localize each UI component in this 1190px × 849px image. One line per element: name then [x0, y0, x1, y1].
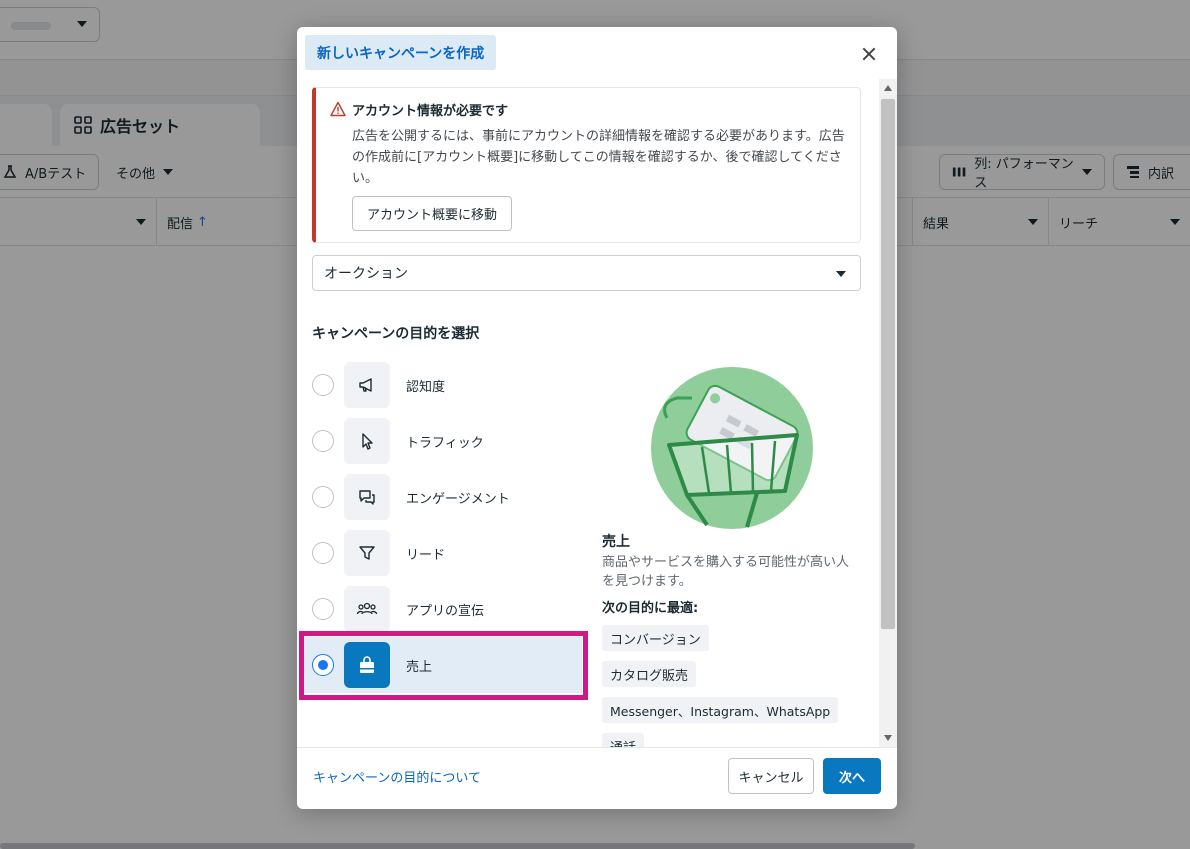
alert-body: 広告を公開するには、事前にアカウントの詳細情報を確認する必要があります。広告の作…	[352, 129, 845, 186]
alert-title: アカウント情報が必要です	[352, 104, 509, 119]
warning-icon	[330, 101, 346, 117]
cancel-button[interactable]: キャンセル	[728, 758, 814, 794]
buying-type-value: オークション	[324, 266, 408, 282]
close-icon[interactable]	[859, 44, 879, 64]
chat-bubbles-icon	[344, 474, 390, 520]
vertical-scrollbar[interactable]	[879, 79, 897, 747]
radio-button[interactable]	[312, 486, 334, 508]
objective-awareness[interactable]: 認知度	[312, 359, 582, 411]
objective-label: アプリの宣伝	[406, 603, 485, 619]
radio-button[interactable]	[312, 542, 334, 564]
best-for-label: 次の目的に最適:	[602, 601, 699, 616]
scroll-up-icon[interactable]	[884, 85, 892, 91]
best-for-chip: Messenger、Instagram、WhatsApp	[602, 697, 839, 723]
objective-leads[interactable]: リード	[312, 527, 582, 579]
objective-label: エンゲージメント	[406, 491, 510, 507]
radio-button[interactable]	[312, 430, 334, 452]
cursor-icon	[344, 418, 390, 464]
best-for-chip: 通話	[602, 733, 645, 747]
objective-label: リード	[406, 547, 446, 563]
scrollbar-thumb[interactable]	[881, 99, 895, 629]
account-info-alert: アカウント情報が必要です 広告を公開するには、事前にアカウントの詳細情報を確認す…	[312, 87, 861, 243]
objective-traffic[interactable]: トラフィック	[312, 415, 582, 467]
selection-highlight-box	[299, 631, 588, 700]
objective-app-promotion[interactable]: アプリの宣伝	[312, 583, 582, 635]
scroll-down-icon[interactable]	[884, 735, 892, 741]
section-title: キャンペーンの目的を選択	[312, 326, 480, 342]
objective-detail-description: 商品やサービスを購入する可能性が高い人を見つけます。	[602, 555, 850, 589]
buying-type-select[interactable]: オークション	[312, 255, 861, 291]
about-objectives-link[interactable]: キャンペーンの目的について	[313, 767, 481, 786]
funnel-icon	[344, 530, 390, 576]
best-for-chip: コンバージョン	[602, 625, 709, 651]
next-button[interactable]: 次へ	[823, 758, 881, 794]
objective-label: 認知度	[406, 379, 446, 395]
objective-detail-title: 売上	[602, 534, 630, 550]
objective-engagement[interactable]: エンゲージメント	[312, 471, 582, 523]
radio-button[interactable]	[312, 374, 334, 396]
create-campaign-dialog: 新しいキャンペーンを作成 アカウント情報が必要です 広告を公開するには、事前にア…	[297, 27, 897, 809]
best-for-chip: カタログ販売	[602, 661, 697, 687]
people-icon	[344, 586, 390, 632]
dialog-title: 新しいキャンペーンを作成	[305, 35, 497, 70]
chevron-down-icon	[836, 271, 846, 277]
shopping-cart-illustration-icon	[651, 367, 813, 529]
dialog-footer: キャンペーンの目的について キャンセル 次へ	[297, 747, 897, 809]
radio-button[interactable]	[312, 598, 334, 620]
go-to-account-overview-button[interactable]: アカウント概要に移動	[352, 196, 513, 231]
dialog-scroll-area: アカウント情報が必要です 広告を公開するには、事前にアカウントの詳細情報を確認す…	[297, 79, 897, 747]
objective-label: トラフィック	[406, 435, 484, 451]
megaphone-icon	[344, 362, 390, 408]
